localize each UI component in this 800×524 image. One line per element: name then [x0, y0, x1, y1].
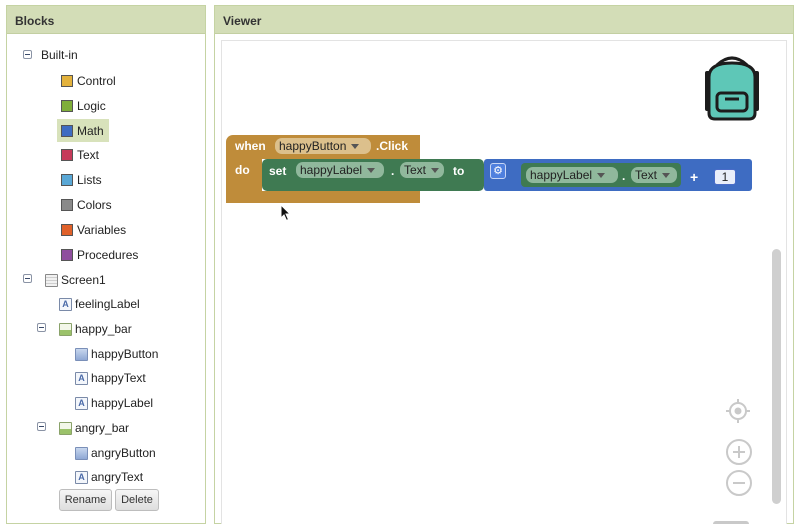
- tree-item-label: Text: [77, 148, 100, 162]
- tree-item-label: Procedures: [77, 248, 139, 262]
- viewer-panel: Viewer when happyButton .Click do set ha…: [214, 5, 794, 524]
- tree-item-label: Control: [77, 74, 116, 88]
- tree-item-label: Screen1: [61, 273, 106, 287]
- tree-item-label: happyButton: [91, 347, 159, 361]
- recenter-icon[interactable]: [725, 398, 751, 424]
- screen-icon: [45, 273, 58, 287]
- tree-item-builtin[interactable]: Built-in: [41, 45, 78, 65]
- tree-item-label: Lists: [77, 173, 102, 187]
- tree-item-label: Logic: [77, 99, 106, 113]
- blocks-tree: Built-in Control Logic Math Text Lists C…: [7, 35, 205, 524]
- text-swatch-icon: [61, 149, 73, 161]
- builtin-collapse-toggle[interactable]: [23, 50, 32, 59]
- logic-swatch-icon: [61, 100, 73, 112]
- blocks-workspace[interactable]: when happyButton .Click do set happyLabe…: [221, 40, 787, 524]
- set-keyword: set: [269, 164, 287, 178]
- tree-item-label: angryButton: [91, 446, 156, 460]
- tree-item-control[interactable]: Control: [57, 71, 120, 91]
- horizontal-arrangement-icon: [59, 322, 72, 336]
- tree-item-label: angry_bar: [75, 421, 130, 435]
- tree-item-angry-bar[interactable]: angry_bar: [59, 418, 129, 438]
- dropdown-value: happyButton: [279, 139, 347, 153]
- blocks-panel-title: Blocks: [7, 6, 205, 34]
- plus-operator: +: [690, 169, 699, 185]
- tree-item-label: happyLabel: [91, 396, 154, 410]
- chevron-down-icon: [597, 172, 606, 178]
- happy-bar-collapse-toggle[interactable]: [37, 323, 46, 332]
- delete-button[interactable]: Delete: [115, 489, 159, 511]
- to-keyword: to: [453, 164, 465, 178]
- chevron-down-icon: [367, 167, 376, 173]
- tree-item-happytext[interactable]: A happyText: [75, 368, 146, 388]
- label-icon: A: [59, 297, 72, 311]
- workspace-vertical-scrollbar[interactable]: [772, 249, 781, 504]
- lists-swatch-icon: [61, 174, 73, 186]
- viewer-panel-title: Viewer: [215, 6, 793, 34]
- variables-swatch-icon: [61, 224, 73, 236]
- chevron-down-icon: [431, 167, 440, 173]
- tree-item-logic[interactable]: Logic: [57, 96, 110, 116]
- mutator-gear-icon[interactable]: ⚙: [490, 163, 506, 179]
- tree-item-label: feelingLabel: [75, 297, 140, 311]
- set-component-dropdown[interactable]: happyLabel: [296, 162, 384, 178]
- tree-item-angrybutton[interactable]: angryButton: [75, 443, 156, 463]
- tree-item-label: angryText: [91, 470, 144, 484]
- colors-swatch-icon: [61, 199, 73, 211]
- label-icon: A: [75, 396, 88, 410]
- tree-item-procedures[interactable]: Procedures: [57, 245, 142, 265]
- tree-item-lists[interactable]: Lists: [57, 170, 106, 190]
- procedures-swatch-icon: [61, 249, 73, 261]
- number-block[interactable]: 1: [714, 169, 736, 185]
- get-component-dropdown[interactable]: happyLabel: [526, 167, 618, 183]
- chevron-down-icon: [351, 143, 360, 149]
- do-keyword: do: [235, 163, 250, 177]
- screen1-collapse-toggle[interactable]: [23, 274, 32, 283]
- blocks-panel: Blocks Built-in Control Logic Math Text …: [6, 5, 206, 524]
- button-icon: [75, 446, 88, 460]
- tree-item-happy-bar[interactable]: happy_bar: [59, 319, 132, 339]
- when-keyword: when: [235, 139, 266, 153]
- dot-separator: .: [391, 164, 395, 178]
- tree-item-text[interactable]: Text: [57, 145, 103, 165]
- happybutton-component-dropdown[interactable]: happyButton: [275, 138, 371, 154]
- zoom-out-icon[interactable]: [725, 469, 753, 497]
- get-property-dropdown[interactable]: Text: [631, 167, 677, 183]
- button-icon: [75, 347, 88, 361]
- horizontal-arrangement-icon: [59, 421, 72, 435]
- math-swatch-icon: [61, 124, 73, 137]
- event-block-footer[interactable]: [226, 191, 420, 203]
- dropdown-value: happyLabel: [300, 163, 363, 177]
- angry-bar-collapse-toggle[interactable]: [37, 422, 46, 431]
- tree-item-math[interactable]: Math: [57, 119, 109, 142]
- zoom-in-icon[interactable]: [725, 438, 753, 466]
- tree-item-label: Colors: [77, 198, 112, 212]
- label-icon: A: [75, 371, 88, 385]
- tree-item-angrytext[interactable]: A angryText: [75, 467, 143, 487]
- tree-item-happybutton[interactable]: happyButton: [75, 344, 158, 364]
- dot-separator: .: [622, 169, 626, 183]
- tree-item-label: happyText: [91, 371, 146, 385]
- dropdown-value: Text: [404, 163, 427, 177]
- rename-button[interactable]: Rename: [59, 489, 112, 511]
- tree-item-variables[interactable]: Variables: [57, 220, 130, 240]
- set-property-dropdown[interactable]: Text: [400, 162, 444, 178]
- tree-item-screen1[interactable]: Screen1: [45, 270, 106, 290]
- chevron-down-icon: [662, 172, 671, 178]
- event-name: .Click: [376, 139, 409, 153]
- control-swatch-icon: [61, 75, 73, 87]
- dropdown-value: Text: [635, 168, 658, 182]
- tree-item-label: Math: [77, 123, 104, 138]
- dropdown-value: happyLabel: [530, 168, 593, 182]
- tree-item-feelinglabel[interactable]: A feelingLabel: [59, 294, 140, 314]
- mouse-cursor-icon: [280, 204, 292, 222]
- tree-item-happylabel[interactable]: A happyLabel: [75, 393, 153, 413]
- label-icon: A: [75, 470, 88, 484]
- tree-item-label: happy_bar: [75, 322, 132, 336]
- tree-item-label: Variables: [77, 223, 127, 237]
- tree-item-label: Built-in: [41, 48, 78, 62]
- tree-item-colors[interactable]: Colors: [57, 195, 116, 215]
- backpack-icon[interactable]: [699, 53, 765, 123]
